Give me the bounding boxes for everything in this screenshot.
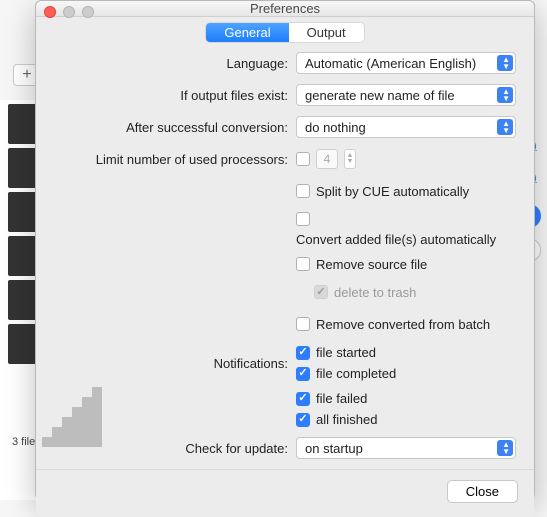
convert-auto-checkbox[interactable] [296,212,310,226]
split-cue-label: Split by CUE automatically [316,184,469,199]
update-select[interactable]: on startup ▲▼ [296,437,516,459]
footer: Close [36,469,534,517]
tab-output[interactable]: Output [289,23,364,42]
notif-failed-checkbox[interactable] [296,392,310,406]
language-value: Automatic (American English) [305,56,476,71]
form: Language: Automatic (American English) ▲… [36,52,534,469]
after-select[interactable]: do nothing ▲▼ [296,116,516,138]
titlebar: Preferences [36,1,534,17]
exist-label: If output files exist: [48,88,296,103]
preferences-window: Preferences General Output Language: Aut… [35,0,535,500]
notif-completed-label: file completed [316,366,396,381]
resize-grip-icon[interactable] [42,387,102,447]
exist-value: generate new name of file [305,88,455,103]
tab-bar: General Output [36,17,534,52]
limit-value: 4 [316,149,338,169]
limit-checkbox[interactable] [296,152,310,166]
after-label: After successful conversion: [48,120,296,135]
update-value: on startup [305,441,363,456]
notif-completed-checkbox[interactable] [296,367,310,381]
remove-converted-checkbox[interactable] [296,317,310,331]
close-window-icon[interactable] [44,6,56,18]
bg-file-count: 3 file [12,436,35,448]
convert-auto-label: Convert added file(s) automatically [296,232,496,247]
notif-started-label: file started [316,345,376,360]
remove-source-label: Remove source file [316,257,427,272]
remove-source-checkbox[interactable] [296,257,310,271]
split-cue-checkbox[interactable] [296,184,310,198]
notif-failed-label: file failed [316,391,367,406]
remove-converted-label: Remove converted from batch [316,317,490,332]
limit-label: Limit number of used processors: [48,152,296,167]
exist-select[interactable]: generate new name of file ▲▼ [296,84,516,106]
language-label: Language: [48,56,296,71]
limit-stepper[interactable]: ▲▼ [344,149,356,169]
notifications-label: Notifications: [48,356,296,371]
delete-trash-checkbox [314,285,328,299]
language-select[interactable]: Automatic (American English) ▲▼ [296,52,516,74]
minimize-window-icon [63,6,75,18]
tab-general[interactable]: General [206,23,288,42]
maximize-window-icon [82,6,94,18]
after-value: do nothing [305,120,366,135]
notif-finished-checkbox[interactable] [296,413,310,427]
notif-started-checkbox[interactable] [296,346,310,360]
delete-trash-label: delete to trash [334,285,416,300]
notif-finished-label: all finished [316,412,377,427]
window-title: Preferences [250,1,320,16]
